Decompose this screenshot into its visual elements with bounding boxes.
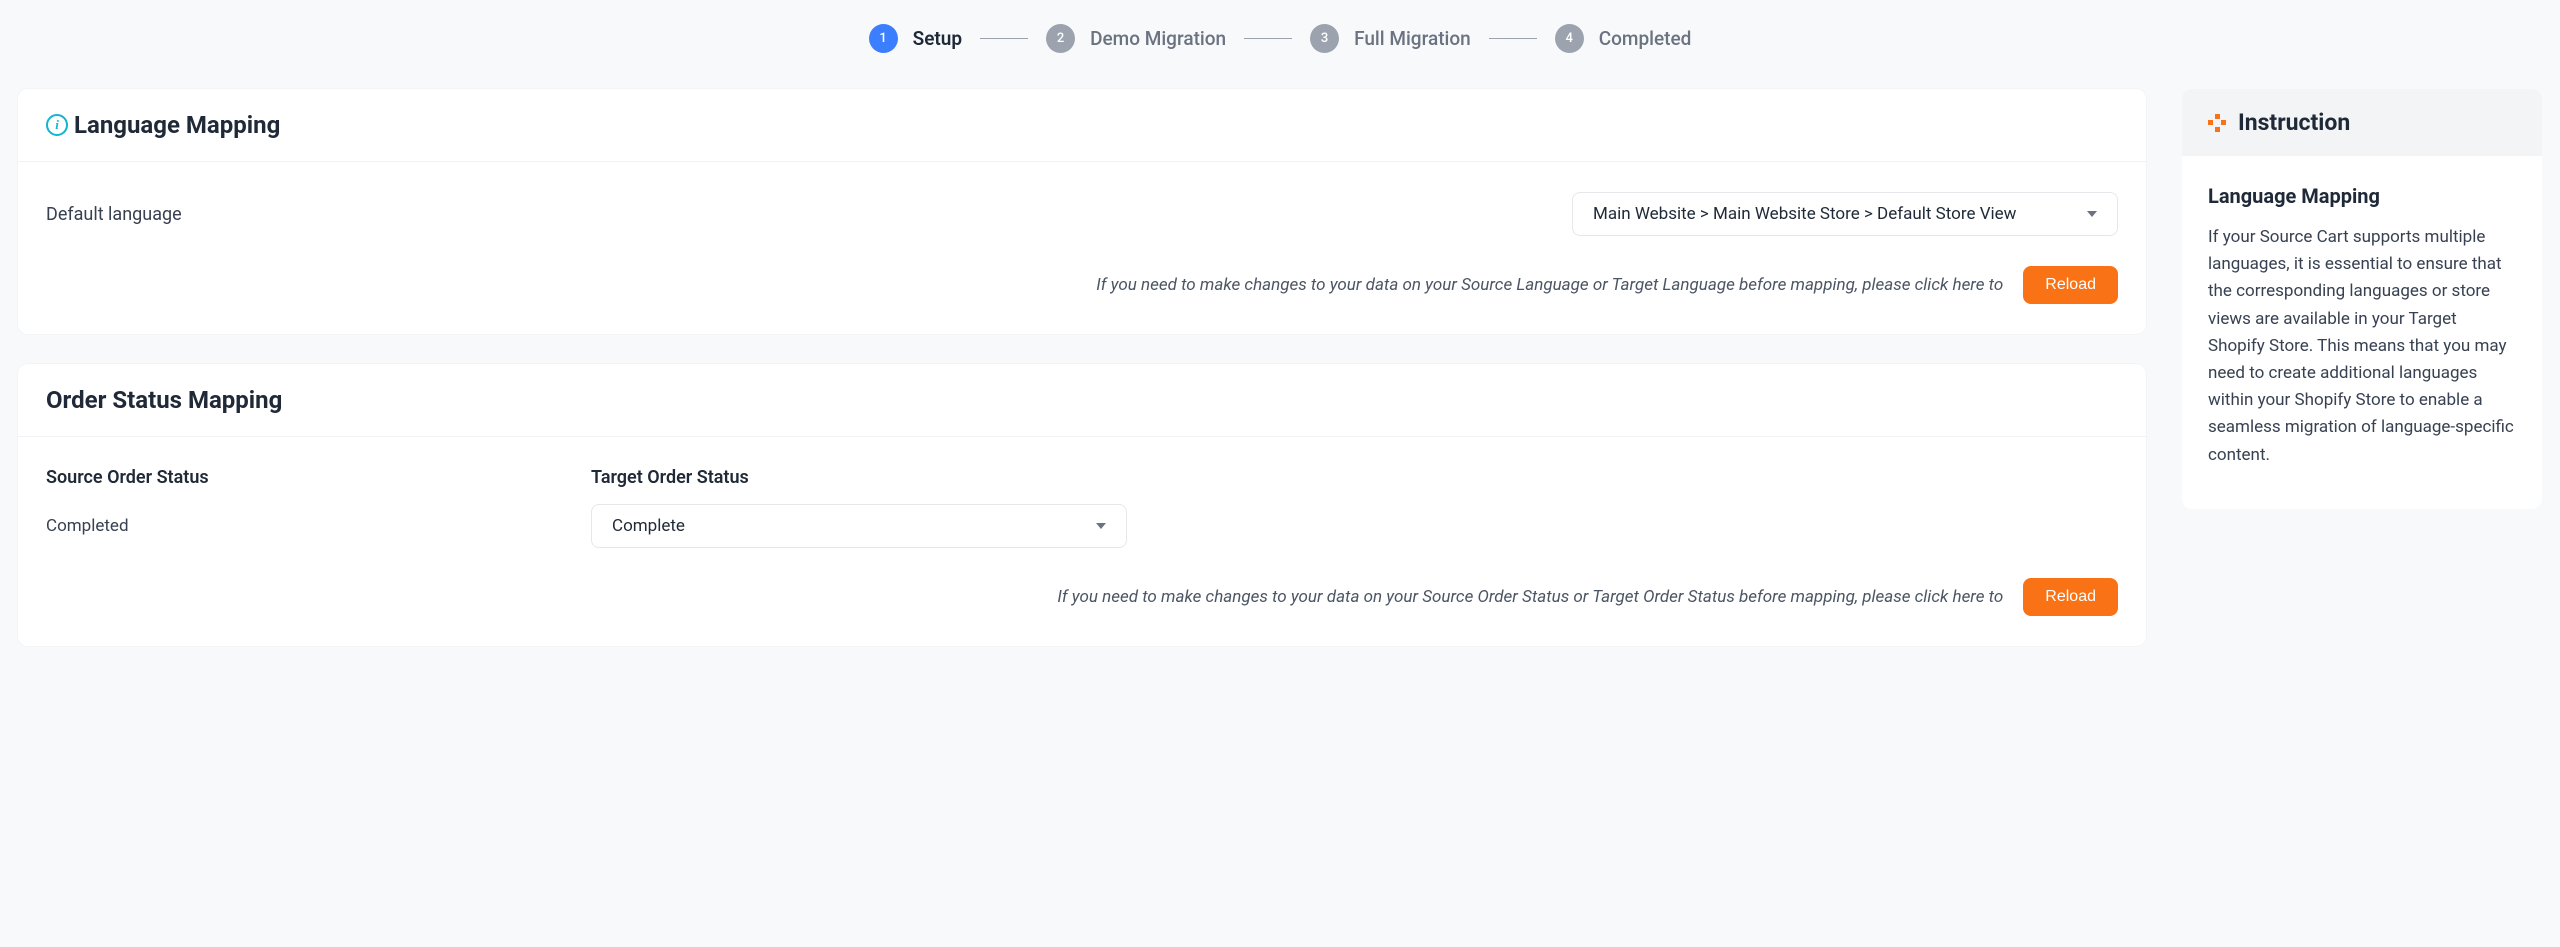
language-reload-button[interactable]: Reload xyxy=(2023,266,2118,304)
instruction-panel: Instruction Language Mapping If your Sou… xyxy=(2182,89,2542,509)
step-setup[interactable]: 1 Setup xyxy=(869,24,963,53)
step-completed[interactable]: 4 Completed xyxy=(1555,24,1692,53)
target-order-status-select[interactable]: Complete xyxy=(591,504,1127,548)
step-circle-1: 1 xyxy=(869,24,898,53)
step-label-completed: Completed xyxy=(1599,27,1692,50)
default-language-select[interactable]: Main Website > Main Website Store > Defa… xyxy=(1572,192,2118,236)
language-mapping-header: i Language Mapping xyxy=(18,89,2146,162)
step-demo-migration[interactable]: 2 Demo Migration xyxy=(1046,24,1226,53)
instruction-title: Instruction xyxy=(2238,109,2350,136)
instruction-section-title: Language Mapping xyxy=(2208,184,2516,208)
order-status-mapping-card: Order Status Mapping Source Order Status… xyxy=(18,364,2146,646)
order-reload-button[interactable]: Reload xyxy=(2023,578,2118,616)
step-label-setup: Setup xyxy=(913,27,963,50)
source-order-status-value: Completed xyxy=(46,516,591,536)
default-language-value: Main Website > Main Website Store > Defa… xyxy=(1593,204,2016,224)
chevron-down-icon xyxy=(1096,523,1106,529)
default-language-label: Default language xyxy=(46,204,182,225)
order-status-title: Order Status Mapping xyxy=(46,386,282,414)
target-order-status-value: Complete xyxy=(612,516,685,536)
step-connector xyxy=(1244,38,1292,39)
step-label-demo: Demo Migration xyxy=(1090,27,1226,50)
step-circle-2: 2 xyxy=(1046,24,1075,53)
language-reload-note: If you need to make changes to your data… xyxy=(1096,275,2003,295)
target-order-status-header: Target Order Status xyxy=(591,467,749,488)
info-icon[interactable]: i xyxy=(46,114,68,136)
instruction-body-text: If your Source Cart supports multiple la… xyxy=(2208,224,2516,469)
step-circle-3: 3 xyxy=(1310,24,1339,53)
step-full-migration[interactable]: 3 Full Migration xyxy=(1310,24,1471,53)
stepper: 1 Setup 2 Demo Migration 3 Full Migratio… xyxy=(0,0,2560,89)
step-connector xyxy=(980,38,1028,39)
language-mapping-card: i Language Mapping Default language Main… xyxy=(18,89,2146,334)
step-label-full: Full Migration xyxy=(1354,27,1471,50)
language-mapping-title: Language Mapping xyxy=(74,111,280,139)
order-reload-note: If you need to make changes to your data… xyxy=(1057,587,2003,607)
instruction-icon xyxy=(2208,114,2226,132)
source-order-status-header: Source Order Status xyxy=(46,467,591,488)
instruction-header: Instruction xyxy=(2182,89,2542,156)
chevron-down-icon xyxy=(2087,211,2097,217)
step-connector xyxy=(1489,38,1537,39)
order-status-header: Order Status Mapping xyxy=(18,364,2146,437)
step-circle-4: 4 xyxy=(1555,24,1584,53)
